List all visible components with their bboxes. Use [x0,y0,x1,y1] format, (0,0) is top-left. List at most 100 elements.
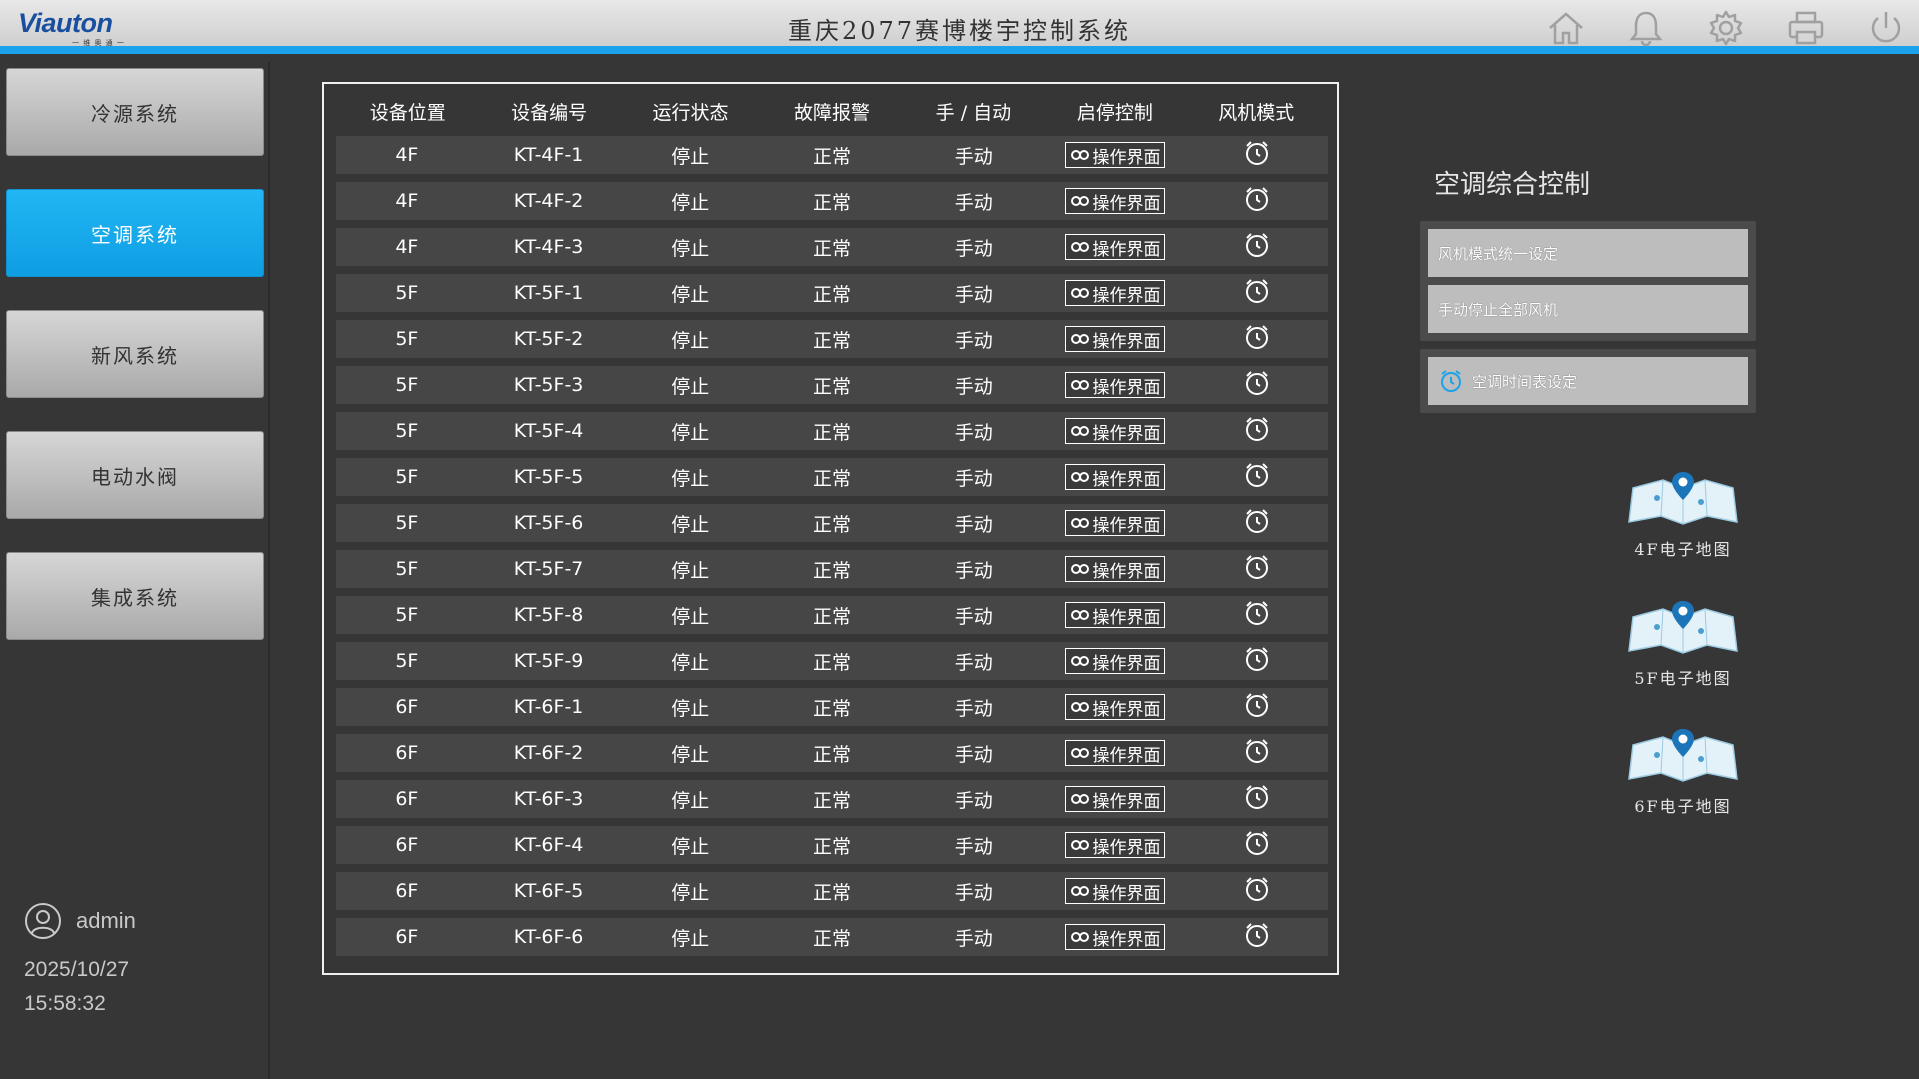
alarm-clock-icon[interactable] [1243,369,1271,397]
col-start-stop: 启停控制 [1076,102,1153,124]
current-date: 2025/10/27 [24,958,130,981]
operation-panel-button[interactable]: 操作界面 [1065,786,1166,812]
cell-device-id: KT-5F-1 [513,282,584,304]
alarm-clock-icon[interactable] [1243,783,1271,811]
alarm-clock-icon[interactable] [1243,139,1271,167]
operation-panel-button[interactable]: 操作界面 [1065,464,1166,490]
operation-panel-button[interactable]: 操作界面 [1065,602,1166,628]
operation-panel-button[interactable]: 操作界面 [1065,740,1166,766]
cell-device-id: KT-6F-4 [513,834,584,856]
alarm-clock-icon[interactable] [1243,875,1271,903]
alarm-clock-icon[interactable] [1243,277,1271,305]
printer-icon[interactable] [1785,8,1827,48]
operation-panel-button[interactable]: 操作界面 [1065,280,1166,306]
link-icon [1071,886,1090,896]
map-5f-button[interactable]: 5F电子地图 [1620,597,1746,689]
alarm-clock-icon[interactable] [1243,829,1271,857]
table-row: 5F KT-5F-1 停止 正常 手动 操作界面 [336,274,1328,312]
operation-panel-button[interactable]: 操作界面 [1065,142,1166,168]
operation-panel-button[interactable]: 操作界面 [1065,326,1166,352]
operation-panel-button[interactable]: 操作界面 [1065,418,1166,444]
cell-fault-alarm: 正常 [813,881,852,904]
cell-fan-mode [1186,553,1328,586]
nav-fresh-air[interactable]: 新风系统 [6,310,264,398]
nav-cooling-source[interactable]: 冷源系统 [6,68,264,156]
operation-panel-button[interactable]: 操作界面 [1065,188,1166,214]
cell-run-status: 停止 [671,697,710,720]
link-icon [1071,518,1090,528]
alarm-clock-icon[interactable] [1243,461,1271,489]
nav-integration[interactable]: 集成系统 [6,552,264,640]
map-6f-label: 6F电子地图 [1634,797,1732,816]
alarm-clock-icon[interactable] [1243,415,1271,443]
cell-location: 6F [395,926,419,948]
cell-manual-auto: 手动 [954,927,993,950]
alarm-clock-icon[interactable] [1243,921,1271,949]
fan-mode-unified-button[interactable]: 风机模式统一设定 [1428,229,1748,277]
cell-device-id: KT-5F-8 [513,604,584,626]
cell-device-id: KT-4F-1 [513,144,584,166]
operation-panel-button[interactable]: 操作界面 [1065,372,1166,398]
table-body: 4F KT-4F-1 停止 正常 手动 操作界面 4F KT-4F-2 停止 正常 手动 操作界面 4F… [336,136,1328,964]
gear-icon[interactable] [1705,8,1747,48]
operation-panel-button[interactable]: 操作界面 [1065,510,1166,536]
table-row: 5F KT-5F-2 停止 正常 手动 操作界面 [336,320,1328,358]
alarm-clock-icon[interactable] [1243,599,1271,627]
operation-panel-label: 操作界面 [1092,515,1161,536]
alarm-clock-icon[interactable] [1243,737,1271,765]
map-6f-button[interactable]: 6F电子地图 [1620,725,1746,817]
operation-panel-button[interactable]: 操作界面 [1065,694,1166,720]
operation-panel-button[interactable]: 操作界面 [1065,234,1166,260]
operation-panel-label: 操作界面 [1092,699,1161,720]
cell-location: 6F [395,880,419,902]
cell-location: 4F [395,190,419,212]
operation-panel-label: 操作界面 [1092,423,1161,444]
cell-manual-auto: 手动 [954,329,993,352]
bell-icon[interactable] [1625,8,1667,48]
cell-start-stop: 操作界面 [1045,464,1187,490]
cell-fault-alarm: 正常 [813,375,852,398]
map-4f-button[interactable]: 4F电子地图 [1620,468,1746,560]
alarm-clock-icon[interactable] [1243,231,1271,259]
cell-manual-auto: 手动 [954,835,993,858]
home-icon[interactable] [1545,8,1587,48]
table-row: 6F KT-6F-5 停止 正常 手动 操作界面 [336,872,1328,910]
alarm-clock-icon[interactable] [1243,553,1271,581]
alarm-clock-icon[interactable] [1243,507,1271,535]
operation-panel-label: 操作界面 [1092,929,1161,950]
nav-electric-valve[interactable]: 电动水阀 [6,431,264,519]
alarm-clock-icon[interactable] [1243,645,1271,673]
cell-device-id: KT-6F-3 [513,788,584,810]
alarm-clock-icon[interactable] [1243,691,1271,719]
cell-location: 6F [395,788,419,810]
operation-panel-button[interactable]: 操作界面 [1065,924,1166,950]
alarm-clock-icon[interactable] [1243,185,1271,213]
stop-all-fans-button[interactable]: 手动停止全部风机 [1428,285,1748,333]
table-row: 6F KT-6F-3 停止 正常 手动 操作界面 [336,780,1328,818]
operation-panel-button[interactable]: 操作界面 [1065,832,1166,858]
operation-panel-button[interactable]: 操作界面 [1065,878,1166,904]
link-icon [1071,426,1090,436]
current-time: 15:58:32 [24,992,106,1015]
operation-panel-button[interactable]: 操作界面 [1065,648,1166,674]
cell-fault-alarm: 正常 [813,467,852,490]
cell-fault-alarm: 正常 [813,237,852,260]
operation-panel-button[interactable]: 操作界面 [1065,556,1166,582]
cell-device-id: KT-6F-2 [513,742,584,764]
cell-fan-mode [1186,691,1328,724]
cell-fan-mode [1186,231,1328,264]
cell-fault-alarm: 正常 [813,513,852,536]
nav-air-conditioning[interactable]: 空调系统 [6,189,264,277]
username: admin [76,908,136,933]
cell-fault-alarm: 正常 [813,743,852,766]
alarm-clock-icon[interactable] [1243,323,1271,351]
ac-schedule-button[interactable]: 空调时间表设定 [1428,357,1748,405]
cell-fault-alarm: 正常 [813,835,852,858]
cell-fan-mode [1186,875,1328,908]
clock-icon [1441,370,1461,392]
cell-start-stop: 操作界面 [1045,648,1187,674]
power-icon[interactable] [1865,8,1907,48]
cell-run-status: 停止 [671,467,710,490]
cell-start-stop: 操作界面 [1045,602,1187,628]
cell-location: 5F [395,512,419,534]
